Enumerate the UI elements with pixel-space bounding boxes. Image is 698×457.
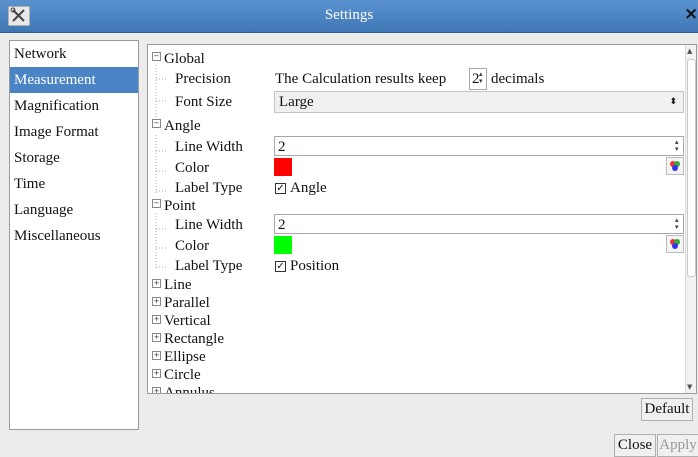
default-button[interactable]: Default — [641, 398, 693, 421]
collapse-icon[interactable]: − — [152, 199, 161, 208]
point-line-width-value: 2 — [278, 217, 286, 233]
font-size-dropdown[interactable]: Large ⬍ — [274, 91, 684, 113]
expand-icon[interactable]: + — [152, 279, 161, 288]
sidebar-item-time[interactable]: Time — [10, 171, 138, 197]
angle-line-width-value: 2 — [278, 139, 286, 155]
sidebar-item-image-format[interactable]: Image Format — [10, 119, 138, 145]
angle-color-swatch — [274, 158, 292, 176]
dropdown-arrow-icon: ⬍ — [669, 97, 677, 107]
tree-node-angle[interactable]: − Angle — [148, 115, 268, 137]
sidebar-item-miscellaneous[interactable]: Miscellaneous — [10, 223, 138, 249]
close-icon[interactable]: × — [684, 4, 698, 26]
vertical-scrollbar[interactable]: ▲ ▼ — [685, 45, 696, 393]
tree-node-label: Annulus — [164, 385, 215, 394]
tree-node-label: Global — [164, 51, 205, 67]
precision-suffix: decimals — [491, 71, 545, 87]
point-line-width-input[interactable]: 2 ▴ ▾ — [274, 214, 684, 234]
color-palette-icon[interactable] — [666, 235, 684, 253]
expand-icon[interactable]: + — [152, 297, 161, 306]
point-label-type-value: Position — [290, 258, 340, 274]
point-color-label: Color — [175, 238, 210, 254]
collapse-icon[interactable]: − — [152, 119, 161, 128]
tree-node-global[interactable]: − Global — [148, 48, 268, 70]
title-bar: Settings × — [0, 0, 698, 33]
angle-label-type-value: Angle — [290, 180, 327, 196]
sidebar-item-measurement[interactable]: Measurement — [10, 67, 138, 93]
settings-category-list: Network Measurement Magnification Image … — [9, 40, 139, 430]
point-color-swatch — [274, 236, 292, 254]
expand-icon[interactable]: + — [152, 387, 161, 393]
precision-label: Precision — [175, 71, 231, 87]
expand-icon[interactable]: + — [152, 333, 161, 342]
apply-button[interactable]: Apply — [657, 434, 698, 457]
expand-icon[interactable]: + — [152, 351, 161, 360]
precision-spinbox[interactable]: 2 ▴ ▾ — [469, 68, 487, 90]
scrollbar-thumb[interactable] — [687, 59, 696, 277]
measurement-settings-tree: − Global Precision The Calculation resul… — [147, 44, 697, 394]
tree-node-annulus[interactable]: + Annulus — [148, 382, 268, 394]
close-button[interactable]: Close — [614, 434, 656, 457]
angle-line-width-input[interactable]: 2 ▴ ▾ — [274, 136, 684, 156]
scroll-up-icon[interactable]: ▲ — [687, 47, 692, 55]
sidebar-item-magnification[interactable]: Magnification — [10, 93, 138, 119]
font-size-value: Large — [279, 94, 314, 110]
window-title: Settings — [324, 7, 374, 23]
sidebar-item-storage[interactable]: Storage — [10, 145, 138, 171]
collapse-icon[interactable]: − — [152, 52, 161, 61]
spin-arrows-icon[interactable]: ▴ ▾ — [675, 139, 681, 153]
angle-color-label: Color — [175, 160, 210, 176]
expand-icon[interactable]: + — [152, 315, 161, 324]
spin-arrows-icon[interactable]: ▴ ▾ — [479, 71, 485, 85]
tree-node-label: Angle — [164, 118, 201, 134]
sidebar-item-network[interactable]: Network — [10, 41, 138, 67]
expand-icon[interactable]: + — [152, 369, 161, 378]
point-line-width-label: Line Width — [175, 217, 243, 233]
spin-arrows-icon[interactable]: ▴ ▾ — [675, 217, 681, 231]
angle-label-type-checkbox[interactable]: ✓ — [275, 183, 286, 194]
color-palette-icon[interactable] — [666, 157, 684, 175]
scroll-down-icon[interactable]: ▼ — [687, 383, 692, 391]
font-size-label: Font Size — [175, 94, 233, 110]
sidebar-item-language[interactable]: Language — [10, 197, 138, 223]
point-label-type-checkbox[interactable]: ✓ — [275, 261, 286, 272]
precision-prefix: The Calculation results keep — [275, 71, 447, 87]
angle-line-width-label: Line Width — [175, 139, 243, 155]
